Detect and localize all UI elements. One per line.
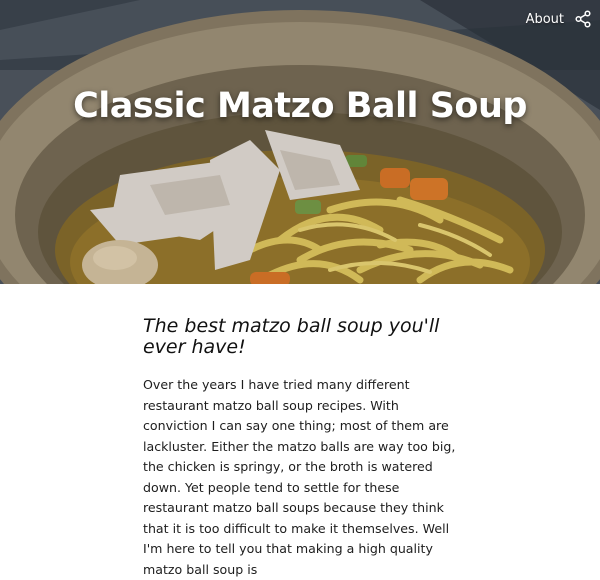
nav-about-link[interactable]: About	[526, 12, 564, 27]
hero-overlay	[0, 0, 600, 284]
top-nav: About	[526, 10, 592, 28]
article-body: Over the years I have tried many differe…	[143, 377, 456, 577]
article: The best matzo ball soup you'll ever hav…	[143, 316, 463, 580]
article-subtitle: The best matzo ball soup you'll ever hav…	[143, 315, 440, 358]
share-icon[interactable]	[574, 10, 592, 28]
hero-banner: About Classic Matzo Ball Soup	[0, 0, 600, 284]
page-title: Classic Matzo Ball Soup	[73, 86, 527, 126]
